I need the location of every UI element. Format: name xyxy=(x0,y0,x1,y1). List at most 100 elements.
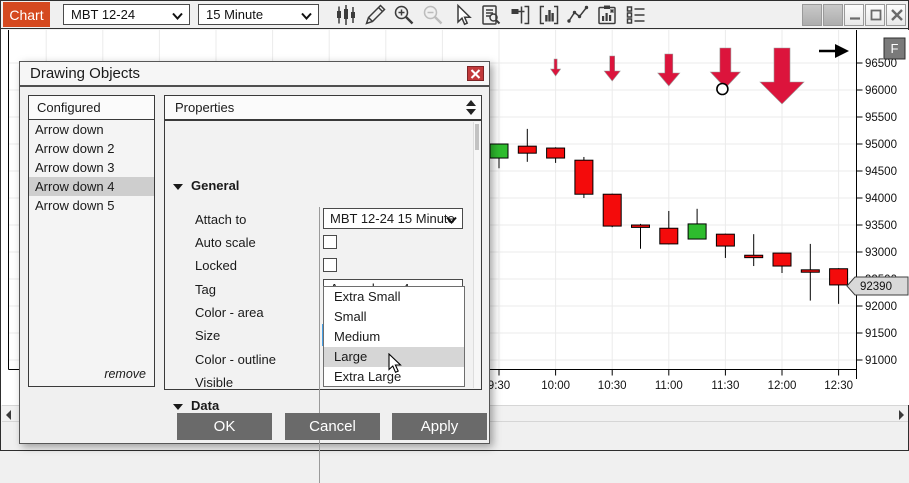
candle-body xyxy=(801,270,819,272)
chevron-down-icon xyxy=(301,12,312,20)
candle-body xyxy=(575,160,593,194)
candle-body xyxy=(490,144,508,158)
auto-scale-label: Auto scale xyxy=(195,235,256,250)
locked-checkbox[interactable] xyxy=(323,258,337,272)
dialog-close-button[interactable] xyxy=(467,66,484,81)
interval-selector[interactable]: 15 Minute xyxy=(198,4,319,25)
attach-to-combo[interactable]: MBT 12-24 15 Minute xyxy=(323,208,463,229)
candlestick-chart-icon[interactable] xyxy=(334,3,358,27)
toolbar-icons xyxy=(334,3,648,27)
drawing-objects-dialog: Drawing Objects Configured Arrow downArr… xyxy=(19,61,490,444)
configured-panel: Configured Arrow downArrow down 2Arrow d… xyxy=(28,95,155,387)
scroll-right-icon[interactable] xyxy=(899,410,904,420)
size-option[interactable]: Small xyxy=(324,307,464,327)
close-icon xyxy=(470,69,481,79)
candle-body xyxy=(745,255,763,257)
configured-item[interactable]: Arrow down 4 xyxy=(29,177,154,196)
configured-item[interactable]: Arrow down xyxy=(29,120,154,139)
candle-body xyxy=(603,194,621,226)
collapse-icon xyxy=(173,404,183,410)
color-area-label: Color - area xyxy=(195,305,264,320)
price-axis-label: 94500 xyxy=(865,166,897,178)
dialog-titlebar[interactable]: Drawing Objects xyxy=(20,62,489,85)
price-axis-label: 96000 xyxy=(865,85,897,97)
time-axis-label: 11:30 xyxy=(711,380,739,392)
zoom-in-icon[interactable] xyxy=(392,3,416,27)
time-axis-label: 12:00 xyxy=(768,380,797,392)
restore-button[interactable] xyxy=(865,4,885,26)
property-grid-scrollbar[interactable] xyxy=(473,122,480,388)
properties-header: Properties xyxy=(175,100,234,115)
section-general[interactable]: General xyxy=(173,178,239,193)
cancel-button[interactable]: Cancel xyxy=(285,413,380,440)
candle-body xyxy=(547,148,565,158)
candle-body xyxy=(716,234,734,246)
chevron-down-icon xyxy=(446,216,457,224)
size-option[interactable]: Extra Small xyxy=(324,287,464,307)
chart-tab[interactable]: Chart xyxy=(3,2,50,27)
anchor-handle[interactable] xyxy=(717,84,728,95)
dialog-title: Drawing Objects xyxy=(30,65,140,82)
drawing-tools-icon[interactable] xyxy=(363,3,387,27)
attach-to-label: Attach to xyxy=(195,212,246,227)
remove-link[interactable]: remove xyxy=(104,367,146,381)
candle-body xyxy=(688,224,706,239)
data-box-icon[interactable] xyxy=(479,3,503,27)
indicators-icon[interactable] xyxy=(537,3,561,27)
configured-header: Configured xyxy=(29,96,154,120)
price-axis-label: 95500 xyxy=(865,112,897,124)
price-axis-label: 93500 xyxy=(865,220,897,232)
instrument-value: MBT 12-24 xyxy=(71,7,135,22)
mouse-cursor-icon xyxy=(388,353,404,374)
chart-toolbar: Chart MBT 12-24 15 Minute xyxy=(1,1,908,29)
chart-trader-icon[interactable] xyxy=(508,3,532,27)
auto-scale-checkbox[interactable] xyxy=(323,235,337,249)
apply-button[interactable]: Apply xyxy=(392,413,487,440)
candle-body xyxy=(773,253,791,266)
pointer-icon[interactable] xyxy=(450,3,474,27)
chart-window: { "toolbar": { "chart_tab_label": "Chart… xyxy=(0,0,909,451)
visible-label: Visible xyxy=(195,375,233,390)
time-axis-label: 10:00 xyxy=(541,380,570,392)
candle-body xyxy=(830,269,848,285)
properties-scroll-spinner[interactable] xyxy=(466,100,476,115)
section-data[interactable]: Data xyxy=(173,398,219,413)
configured-item[interactable]: Arrow down 5 xyxy=(29,196,154,215)
price-axis-label: 93000 xyxy=(865,247,897,259)
close-button[interactable] xyxy=(886,4,906,26)
price-axis-label: 91000 xyxy=(865,355,897,367)
last-price-value: 92390 xyxy=(860,281,892,293)
price-axis-label: 96500 xyxy=(865,58,897,70)
interval-link-button[interactable] xyxy=(823,4,843,26)
minimize-button[interactable] xyxy=(844,4,864,26)
properties-header-panel: Properties xyxy=(164,95,482,120)
candle-body xyxy=(518,146,536,153)
window-controls xyxy=(802,4,906,26)
color-outline-label: Color - outline xyxy=(195,352,276,367)
ok-button[interactable]: OK xyxy=(177,413,272,440)
size-option[interactable]: Medium xyxy=(324,327,464,347)
spin-down-icon[interactable] xyxy=(466,109,476,115)
price-axis-label: 91500 xyxy=(865,328,897,340)
time-axis-label: 10:30 xyxy=(598,380,627,392)
scroll-left-icon[interactable] xyxy=(6,410,11,420)
interval-value: 15 Minute xyxy=(206,7,263,22)
line-series-icon[interactable] xyxy=(566,3,590,27)
size-label: Size xyxy=(195,328,220,343)
time-axis-label: 12:30 xyxy=(824,380,853,392)
drawing-objects-list-icon[interactable] xyxy=(624,3,648,27)
price-axis-label: 92000 xyxy=(865,301,897,313)
tag-label: Tag xyxy=(195,282,216,297)
candle-body xyxy=(632,225,650,227)
instrument-selector[interactable]: MBT 12-24 xyxy=(63,4,190,25)
strategies-icon[interactable] xyxy=(595,3,619,27)
configured-item[interactable]: Arrow down 2 xyxy=(29,139,154,158)
instrument-link-button[interactable] xyxy=(802,4,822,26)
fixed-scale-label: F xyxy=(891,41,899,56)
configured-item[interactable]: Arrow down 3 xyxy=(29,158,154,177)
spin-up-icon[interactable] xyxy=(466,100,476,106)
candle-body xyxy=(660,228,678,244)
configured-list: Arrow downArrow down 2Arrow down 3Arrow … xyxy=(29,120,154,215)
grid-divider xyxy=(319,207,320,483)
collapse-icon xyxy=(173,184,183,190)
